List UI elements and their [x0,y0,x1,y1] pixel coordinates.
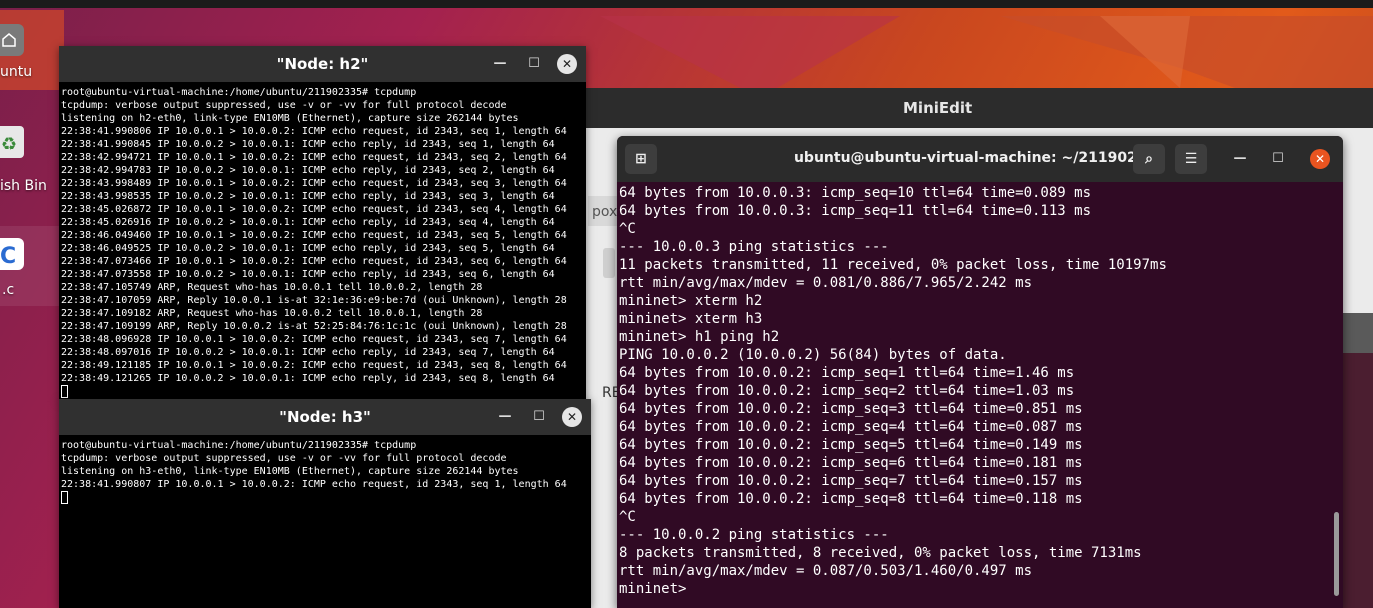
desktop-trash[interactable]: ♻ ish Bin [0,122,64,202]
home-folder-icon [0,24,24,56]
output-line: 22:38:46.049460 IP 10.0.0.1 > 10.0.0.2: … [61,230,567,241]
output-line: 22:38:41.990845 IP 10.0.0.2 > 10.0.0.1: … [61,139,555,150]
output-line: 22:38:46.049525 IP 10.0.0.2 > 10.0.0.1: … [61,243,555,254]
output-line: 22:38:47.109199 ARP, Reply 10.0.0.2 is-a… [61,321,567,332]
output-line: 22:38:47.105749 ARP, Request who-has 10.… [61,282,483,293]
output-line: 64 bytes from 10.0.0.3: icmp_seq=10 ttl=… [619,185,1092,201]
output-line: 64 bytes from 10.0.0.2: icmp_seq=2 ttl=6… [619,383,1075,399]
desktop-home-label: untu [0,64,33,80]
xterm-h2-window[interactable]: "Node: h2" — ☐ ✕ root@ubuntu-virtual-mac… [59,46,586,400]
output-line: listening on h3-eth0, link-type EN10MB (… [61,466,519,477]
output-line: listening on h2-eth0, link-type EN10MB (… [61,113,519,124]
desktop-file[interactable]: C .c [0,226,64,306]
output-line: 22:38:48.097016 IP 10.0.0.2 > 10.0.0.1: … [61,347,555,358]
output-line: root@ubuntu-virtual-machine:/home/ubuntu… [61,440,417,451]
top-bar [0,0,1373,8]
output-line: 22:38:49.121265 IP 10.0.0.2 > 10.0.0.1: … [61,373,555,384]
output-line: 22:38:42.994721 IP 10.0.0.1 > 10.0.0.2: … [61,152,567,163]
output-line: 64 bytes from 10.0.0.2: icmp_seq=5 ttl=6… [619,437,1083,453]
output-line: 22:38:47.073466 IP 10.0.0.1 > 10.0.0.2: … [61,256,567,267]
output-line: tcpdump: verbose output suppressed, use … [61,453,507,464]
output-line: 22:38:45.026872 IP 10.0.0.1 > 10.0.0.2: … [61,204,567,215]
output-line: rtt min/avg/max/mdev = 0.087/0.503/1.460… [619,563,1033,579]
terminal-output[interactable]: 64 bytes from 10.0.0.3: icmp_seq=10 ttl=… [619,184,1167,598]
recycle-bin-icon: ♻ [0,126,24,158]
maximize-icon[interactable]: ☐ [531,409,547,425]
c-file-icon: C [0,238,24,270]
xterm-h2-titlebar[interactable]: "Node: h2" — ☐ ✕ [59,46,586,82]
svg-text:♻: ♻ [1,134,17,155]
close-icon[interactable]: ✕ [557,54,577,74]
output-line: 8 packets transmitted, 8 received, 0% pa… [619,545,1142,561]
desktop-file-label: .c [2,282,15,298]
output-line: 22:38:41.990806 IP 10.0.0.1 > 10.0.0.2: … [61,126,567,137]
text-cursor [61,491,68,504]
terminal-scrollbar[interactable] [1334,512,1339,596]
output-line: 22:38:43.998489 IP 10.0.0.1 > 10.0.0.2: … [61,178,567,189]
terminal-window[interactable]: ⊞ ubuntu@ubuntu-virtual-machine: ~/21190… [617,136,1343,608]
output-line: 22:38:47.073558 IP 10.0.0.2 > 10.0.0.1: … [61,269,555,280]
output-line: rtt min/avg/max/mdev = 0.081/0.886/7.965… [619,275,1033,291]
output-line: 22:38:49.121185 IP 10.0.0.1 > 10.0.0.2: … [61,360,567,371]
miniedit-side-control[interactable] [603,248,615,278]
minimize-icon[interactable]: — [492,56,508,72]
xterm-h3-window[interactable]: "Node: h3" — ☐ ✕ root@ubuntu-virtual-mac… [59,399,591,608]
output-line: 22:38:43.998535 IP 10.0.0.2 > 10.0.0.1: … [61,191,555,202]
output-line: 22:38:48.096928 IP 10.0.0.1 > 10.0.0.2: … [61,334,567,345]
output-line: mininet> [619,581,695,597]
output-line: root@ubuntu-virtual-machine:/home/ubuntu… [61,87,417,98]
desktop-trash-label: ish Bin [0,178,47,194]
miniedit-titlebar[interactable]: MiniEdit [583,88,1373,128]
output-line: 22:38:45.026916 IP 10.0.0.2 > 10.0.0.1: … [61,217,555,228]
output-line: ^C [619,509,636,525]
output-line: mininet> xterm h2 [619,293,763,309]
output-line: 64 bytes from 10.0.0.2: icmp_seq=1 ttl=6… [619,365,1075,381]
terminal-titlebar[interactable]: ⊞ ubuntu@ubuntu-virtual-machine: ~/21190… [617,136,1343,182]
xterm-h2-output[interactable]: root@ubuntu-virtual-machine:/home/ubuntu… [61,86,567,400]
output-line: 22:38:47.109182 ARP, Request who-has 10.… [61,308,483,319]
text-cursor [61,385,68,398]
output-line: 64 bytes from 10.0.0.2: icmp_seq=8 ttl=6… [619,491,1083,507]
output-line: --- 10.0.0.3 ping statistics --- [619,239,889,255]
output-line: 64 bytes from 10.0.0.2: icmp_seq=7 ttl=6… [619,473,1083,489]
desktop-home[interactable]: untu [0,10,64,90]
output-line: 64 bytes from 10.0.0.2: icmp_seq=6 ttl=6… [619,455,1083,471]
output-line: 64 bytes from 10.0.0.2: icmp_seq=3 ttl=6… [619,401,1083,417]
output-line: mininet> xterm h3 [619,311,763,327]
output-line: tcpdump: verbose output suppressed, use … [61,100,507,111]
output-line: 11 packets transmitted, 11 received, 0% … [619,257,1167,273]
hamburger-menu-icon[interactable]: ☰ [1175,144,1207,174]
minimize-icon[interactable]: — [1231,150,1249,168]
output-line: 22:38:47.107059 ARP, Reply 10.0.0.1 is-a… [61,295,567,306]
minimize-icon[interactable]: — [497,409,513,425]
output-line: ^C [619,221,636,237]
output-line: 22:38:42.994783 IP 10.0.0.2 > 10.0.0.1: … [61,165,555,176]
maximize-icon[interactable]: ☐ [526,56,542,72]
output-line: mininet> h1 ping h2 [619,329,780,345]
output-line: PING 10.0.0.2 (10.0.0.2) 56(84) bytes of… [619,347,1007,363]
xterm-h3-output[interactable]: root@ubuntu-virtual-machine:/home/ubuntu… [61,439,567,506]
output-line: 64 bytes from 10.0.0.3: icmp_seq=11 ttl=… [619,203,1092,219]
desktop-icons: untu ♻ ish Bin C .c [0,8,64,608]
maximize-icon[interactable]: ☐ [1269,150,1287,168]
miniedit-title: MiniEdit [903,99,973,117]
close-icon[interactable]: ✕ [562,407,582,427]
close-icon[interactable]: ✕ [1310,149,1330,169]
output-line: 64 bytes from 10.0.0.2: icmp_seq=4 ttl=6… [619,419,1083,435]
output-line: --- 10.0.0.2 ping statistics --- [619,527,889,543]
svg-text:C: C [0,244,16,269]
search-icon[interactable]: ⌕ [1133,144,1165,174]
output-line: 22:38:41.990807 IP 10.0.0.1 > 10.0.0.2: … [61,479,567,490]
xterm-h3-titlebar[interactable]: "Node: h3" — ☐ ✕ [59,399,591,435]
